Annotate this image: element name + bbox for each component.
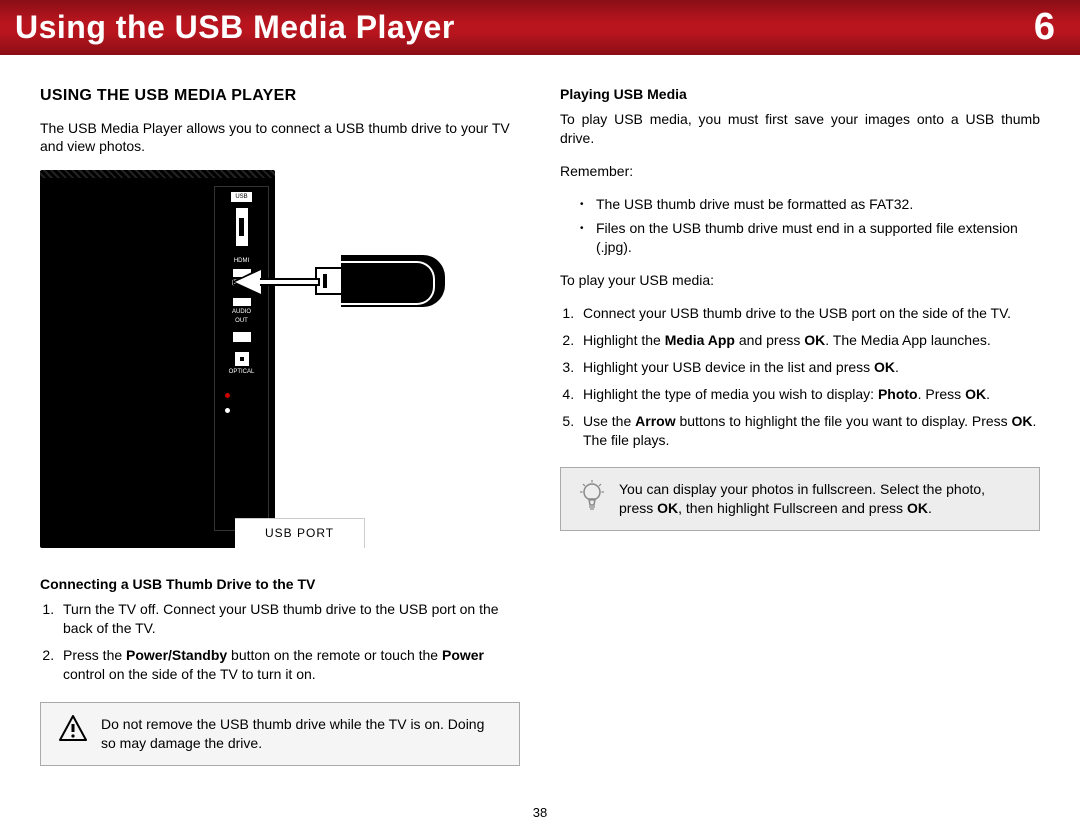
usb-port-icon [235, 207, 249, 247]
play-step-2: Highlight the Media App and press OK. Th… [578, 331, 1040, 350]
play-step-5: Use the Arrow buttons to highlight the f… [578, 412, 1040, 450]
bullet-fat32: The USB thumb drive must be formatted as… [580, 195, 1040, 214]
insert-arrow-icon [235, 270, 320, 294]
hdmi-port-icon-2 [233, 298, 251, 306]
usb-port-label: USB [231, 192, 251, 202]
audio-label: AUDIO [232, 309, 251, 315]
play-step-3: Highlight your USB device in the list an… [578, 358, 1040, 377]
usb-drive-icon [315, 255, 445, 307]
lightbulb-icon [579, 480, 605, 512]
tip-text: You can display your photos in fullscree… [619, 480, 1021, 518]
audio-port-icon [233, 332, 251, 342]
header-bar: Using the USB Media Player 6 [0, 0, 1080, 55]
right-column: Playing USB Media To play USB media, you… [560, 85, 1040, 766]
connecting-steps: Turn the TV off. Connect your USB thumb … [58, 600, 520, 684]
warning-box: Do not remove the USB thumb drive while … [40, 702, 520, 766]
r-indicator-icon [225, 393, 230, 398]
play-step-4: Highlight the type of media you wish to … [578, 385, 1040, 404]
remember-label: Remember: [560, 162, 1040, 181]
left-column: USING THE USB MEDIA PLAYER The USB Media… [40, 85, 520, 766]
usb-illustration: USB HDMI (BEST) AUDIO OUT OPTICAL [40, 170, 500, 550]
hdmi-label: HDMI [234, 258, 249, 264]
chapter-number: 6 [1034, 6, 1055, 49]
bullet-ext: Files on the USB thumb drive must end in… [580, 219, 1040, 257]
step-1: Turn the TV off. Connect your USB thumb … [58, 600, 520, 638]
tip-box: You can display your photos in fullscree… [560, 467, 1040, 531]
port-panel: USB HDMI (BEST) AUDIO OUT OPTICAL [214, 186, 269, 531]
page-number: 38 [0, 805, 1080, 820]
intro-paragraph: The USB Media Player allows you to conne… [40, 119, 520, 157]
out-label: OUT [235, 318, 248, 324]
header-title: Using the USB Media Player [15, 9, 455, 46]
warning-icon [59, 715, 87, 741]
tv-body: USB HDMI (BEST) AUDIO OUT OPTICAL [40, 178, 275, 548]
optical-port-icon [235, 352, 249, 366]
warning-text: Do not remove the USB thumb drive while … [101, 715, 501, 753]
connecting-heading: Connecting a USB Thumb Drive to the TV [40, 575, 520, 594]
step-2: Press the Power/Standby button on the re… [58, 646, 520, 684]
playing-intro: To play USB media, you must first save y… [560, 110, 1040, 148]
usb-port-caption: USB PORT [235, 518, 365, 547]
play-steps: Connect your USB thumb drive to the USB … [578, 304, 1040, 449]
section-heading: USING THE USB MEDIA PLAYER [40, 85, 520, 107]
play-step-1: Connect your USB thumb drive to the USB … [578, 304, 1040, 323]
to-play-label: To play your USB media: [560, 271, 1040, 290]
playing-heading: Playing USB Media [560, 85, 1040, 104]
remember-bullets: The USB thumb drive must be formatted as… [580, 195, 1040, 258]
l-indicator-icon [225, 408, 230, 413]
optical-label: OPTICAL [229, 369, 255, 375]
content-columns: USING THE USB MEDIA PLAYER The USB Media… [0, 55, 1080, 786]
